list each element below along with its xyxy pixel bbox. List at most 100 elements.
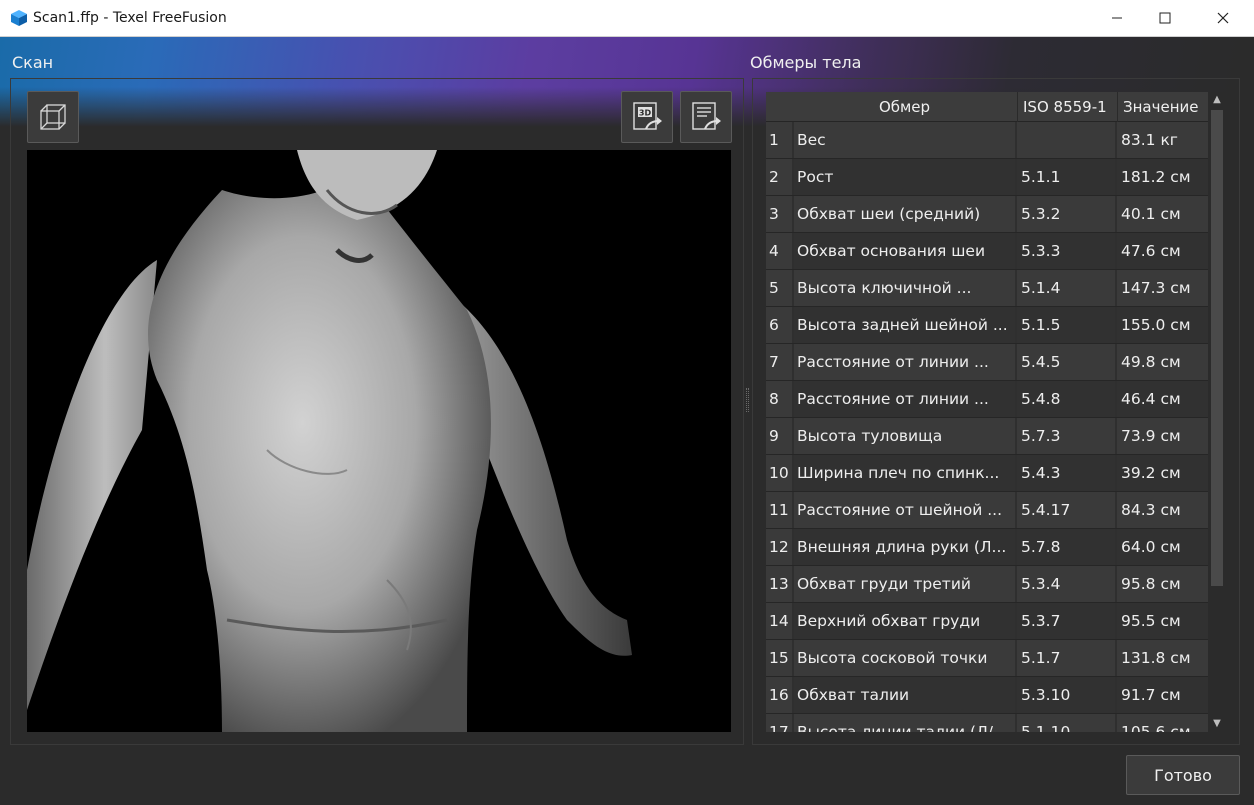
row-number: 7	[766, 344, 792, 380]
measurement-value: 105.6 см	[1117, 714, 1210, 732]
table-row[interactable]: 16 Обхват талии 5.3.10 91.7 см	[766, 677, 1210, 714]
row-number: 11	[766, 492, 792, 528]
close-button[interactable]	[1200, 0, 1246, 36]
export-report-button[interactable]	[680, 91, 732, 143]
row-number: 17	[766, 714, 792, 732]
row-number: 15	[766, 640, 792, 676]
table-scrollbar[interactable]: ▲ ▼	[1208, 92, 1226, 732]
measurement-value: 147.3 см	[1117, 270, 1210, 306]
table-row[interactable]: 5 Высота ключичной ... 5.1.4 147.3 см	[766, 270, 1210, 307]
scan-section-label: Скан	[12, 53, 54, 72]
maximize-button[interactable]	[1142, 0, 1188, 36]
table-row[interactable]: 11 Расстояние от шейной ... 5.4.17 84.3 см	[766, 492, 1210, 529]
measurement-value: 91.7 см	[1117, 677, 1210, 713]
measurement-value: 73.9 см	[1117, 418, 1210, 454]
measurement-name: Внешняя длина руки (Л...	[794, 529, 1015, 565]
measurement-name: Вес	[794, 122, 1015, 158]
window-title: Scan1.ffp - Texel FreeFusion	[33, 10, 227, 26]
measurement-value: 181.2 см	[1117, 159, 1210, 195]
iso-code: 5.7.8	[1017, 529, 1115, 565]
measurement-name: Рост	[794, 159, 1015, 195]
table-header: Обмер ISO 8559-1 Значение	[766, 92, 1210, 122]
iso-code: 5.4.5	[1017, 344, 1115, 380]
table-body: 1 Вес 83.1 кг 2 Рост 5.1.1 181.2 см 3 Обхват шеи…	[766, 122, 1210, 732]
row-number: 9	[766, 418, 792, 454]
column-header-name[interactable]: Обмер	[794, 92, 1015, 122]
row-number: 12	[766, 529, 792, 565]
column-header-value[interactable]: Значение	[1117, 92, 1210, 122]
table-row[interactable]: 1 Вес 83.1 кг	[766, 122, 1210, 159]
iso-code: 5.3.10	[1017, 677, 1115, 713]
iso-code	[1017, 122, 1115, 158]
iso-code: 5.1.7	[1017, 640, 1115, 676]
table-row[interactable]: 9 Высота туловища 5.7.3 73.9 см	[766, 418, 1210, 455]
measurement-value: 155.0 см	[1117, 307, 1210, 343]
export-report-icon	[692, 102, 721, 130]
scrollbar-thumb[interactable]	[1211, 110, 1223, 586]
iso-code: 5.4.3	[1017, 455, 1115, 491]
measurement-name: Обхват шеи (средний)	[794, 196, 1015, 232]
measurement-name: Высота линии талии (Л/...	[794, 714, 1015, 732]
measurement-name: Расстояние от линии ...	[794, 344, 1015, 380]
measurement-value: 49.8 см	[1117, 344, 1210, 380]
measurement-name: Верхний обхват груди	[794, 603, 1015, 639]
done-button[interactable]: Готово	[1126, 755, 1240, 795]
measurement-value: 83.1 кг	[1117, 122, 1210, 158]
app-cube-icon	[11, 10, 27, 26]
body-scan-model	[27, 150, 632, 732]
view-mode-button[interactable]	[27, 91, 79, 143]
panel-splitter[interactable]	[746, 388, 749, 412]
table-row[interactable]: 13 Обхват груди третий 5.3.4 95.8 см	[766, 566, 1210, 603]
measurement-name: Обхват талии	[794, 677, 1015, 713]
table-row[interactable]: 12 Внешняя длина руки (Л... 5.7.8 64.0 см	[766, 529, 1210, 566]
table-row[interactable]: 3 Обхват шеи (средний) 5.3.2 40.1 см	[766, 196, 1210, 233]
iso-code: 5.4.8	[1017, 381, 1115, 417]
table-row[interactable]: 17 Высота линии талии (Л/... 5.1.10 105.6 с…	[766, 714, 1210, 732]
table-row[interactable]: 8 Расстояние от линии ... 5.4.8 46.4 см	[766, 381, 1210, 418]
measurement-value: 95.8 см	[1117, 566, 1210, 602]
export-3d-button[interactable]: 3D	[621, 91, 673, 143]
close-icon	[1217, 12, 1229, 24]
iso-code: 5.7.3	[1017, 418, 1115, 454]
table-row[interactable]: 10 Ширина плеч по спинк... 5.4.3 39.2 см	[766, 455, 1210, 492]
measurements-table: Обмер ISO 8559-1 Значение 1 Вес 83.1 кг 2 Ро…	[766, 92, 1226, 732]
iso-code: 5.3.2	[1017, 196, 1115, 232]
table-row[interactable]: 4 Обхват основания шеи 5.3.3 47.6 см	[766, 233, 1210, 270]
table-row[interactable]: 6 Высота задней шейной ... 5.1.5 155.0 см	[766, 307, 1210, 344]
measurement-value: 47.6 см	[1117, 233, 1210, 269]
iso-code: 5.1.5	[1017, 307, 1115, 343]
row-number: 1	[766, 122, 792, 158]
scan-3d-viewport[interactable]	[27, 150, 731, 732]
table-row[interactable]: 2 Рост 5.1.1 181.2 см	[766, 159, 1210, 196]
row-number: 4	[766, 233, 792, 269]
table-row[interactable]: 14 Верхний обхват груди 5.3.7 95.5 см	[766, 603, 1210, 640]
measurement-name: Расстояние от линии ...	[794, 381, 1015, 417]
export-3d-text: 3D	[639, 109, 652, 118]
iso-code: 5.4.17	[1017, 492, 1115, 528]
measurement-name: Обхват основания шеи	[794, 233, 1015, 269]
row-number: 2	[766, 159, 792, 195]
scroll-up-icon[interactable]: ▲	[1208, 92, 1226, 108]
wireframe-cube-icon	[40, 104, 66, 130]
measurement-name: Высота туловища	[794, 418, 1015, 454]
row-number: 8	[766, 381, 792, 417]
measurement-name: Обхват груди третий	[794, 566, 1015, 602]
measurement-name: Ширина плеч по спинк...	[794, 455, 1015, 491]
measurement-value: 46.4 см	[1117, 381, 1210, 417]
table-row[interactable]: 15 Высота сосковой точки 5.1.7 131.8 см	[766, 640, 1210, 677]
iso-code: 5.1.4	[1017, 270, 1115, 306]
measurement-value: 39.2 см	[1117, 455, 1210, 491]
measurement-name: Расстояние от шейной ...	[794, 492, 1015, 528]
minimize-button[interactable]	[1094, 0, 1140, 36]
minimize-icon	[1112, 17, 1122, 19]
column-header-iso[interactable]: ISO 8559-1	[1017, 92, 1115, 122]
table-row[interactable]: 7 Расстояние от линии ... 5.4.5 49.8 см	[766, 344, 1210, 381]
row-number: 5	[766, 270, 792, 306]
measurement-value: 40.1 см	[1117, 196, 1210, 232]
measurement-value: 84.3 см	[1117, 492, 1210, 528]
scroll-down-icon[interactable]: ▼	[1208, 716, 1226, 732]
iso-code: 5.1.1	[1017, 159, 1115, 195]
measurement-value: 64.0 см	[1117, 529, 1210, 565]
row-number: 13	[766, 566, 792, 602]
iso-code: 5.3.7	[1017, 603, 1115, 639]
